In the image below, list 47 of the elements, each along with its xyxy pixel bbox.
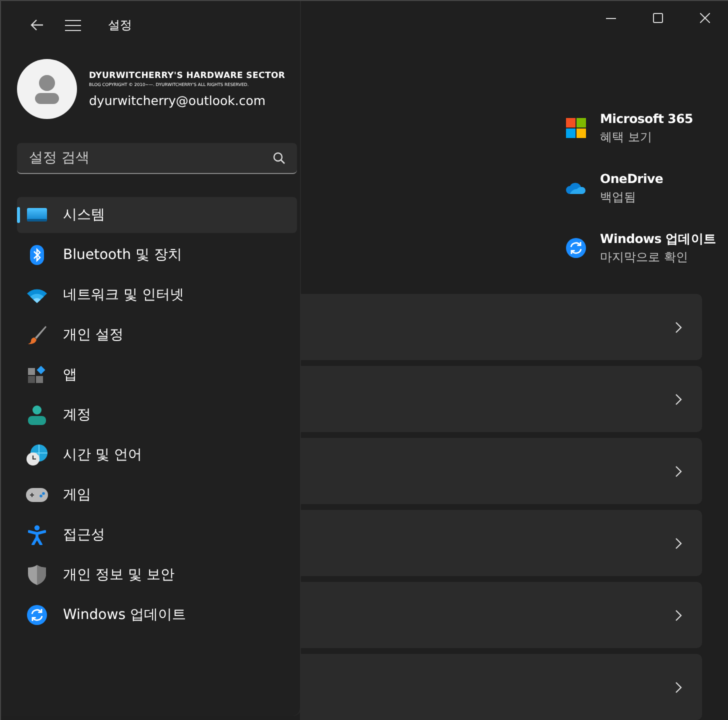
nav-item[interactable]: 앱 bbox=[17, 357, 297, 393]
chevron-icon bbox=[675, 682, 682, 692]
nav-item[interactable]: Bluetooth 및 장치 bbox=[17, 237, 297, 273]
close-icon[interactable] bbox=[700, 13, 710, 23]
nav-item[interactable]: 게임 bbox=[17, 477, 297, 513]
shield-icon bbox=[28, 565, 46, 585]
chevron-icon bbox=[675, 466, 682, 476]
person-icon bbox=[28, 405, 46, 425]
link-subtitle: 혜택 보기 bbox=[600, 128, 653, 146]
monitor-icon bbox=[27, 207, 47, 223]
sync-icon bbox=[27, 605, 47, 625]
nav-item[interactable]: 시간 및 언어 bbox=[17, 437, 297, 473]
link-title[interactable]: Microsoft 365 bbox=[600, 110, 693, 128]
chevron-icon bbox=[675, 538, 682, 548]
four-squares-icon bbox=[566, 118, 586, 138]
accessibility-icon bbox=[28, 525, 46, 545]
nav-item[interactable]: 개인 정보 및 보안 bbox=[17, 557, 297, 593]
link-subtitle: 백업됨 bbox=[600, 188, 637, 206]
paintbrush-icon bbox=[27, 325, 47, 345]
sync-icon bbox=[566, 238, 586, 258]
link-title[interactable]: OneDrive bbox=[600, 170, 664, 188]
nav-item[interactable]: 계정 bbox=[17, 397, 297, 433]
link-title[interactable]: Windows 업데이트 bbox=[600, 230, 716, 248]
nav-item[interactable]: Windows 업데이트 bbox=[17, 597, 297, 633]
search-icon[interactable] bbox=[273, 152, 285, 164]
wifi-icon bbox=[27, 288, 47, 302]
menu-icon[interactable] bbox=[65, 20, 81, 30]
chevron-icon bbox=[675, 610, 682, 620]
maximize-icon[interactable] bbox=[652, 13, 662, 23]
nav-item[interactable]: 시스템 bbox=[17, 197, 297, 233]
apps-icon bbox=[28, 366, 46, 384]
bluetooth-icon bbox=[30, 245, 44, 265]
window-title: 설정 bbox=[108, 16, 132, 34]
globe-clock-icon bbox=[26, 444, 48, 466]
search-field[interactable]: 설정 검색 bbox=[17, 143, 297, 174]
link-subtitle: 마지막으로 확인 bbox=[600, 248, 689, 266]
nav-item[interactable]: 네트워크 및 인터넷 bbox=[17, 277, 297, 313]
nav-item[interactable]: 접근성 bbox=[17, 517, 297, 553]
cloud-icon bbox=[566, 181, 586, 194]
gamepad-icon bbox=[26, 488, 48, 502]
nav-item[interactable]: 개인 설정 bbox=[17, 317, 297, 353]
account-email: dyurwitcherry@outlook.com bbox=[89, 92, 267, 108]
avatar-icon bbox=[17, 59, 77, 119]
chevron-icon bbox=[675, 322, 682, 332]
chevron-icon bbox=[675, 394, 682, 404]
blog-title: DYURWITCHERRY'S HARDWARE SECTOR bbox=[89, 70, 286, 80]
back-icon[interactable] bbox=[30, 19, 44, 31]
